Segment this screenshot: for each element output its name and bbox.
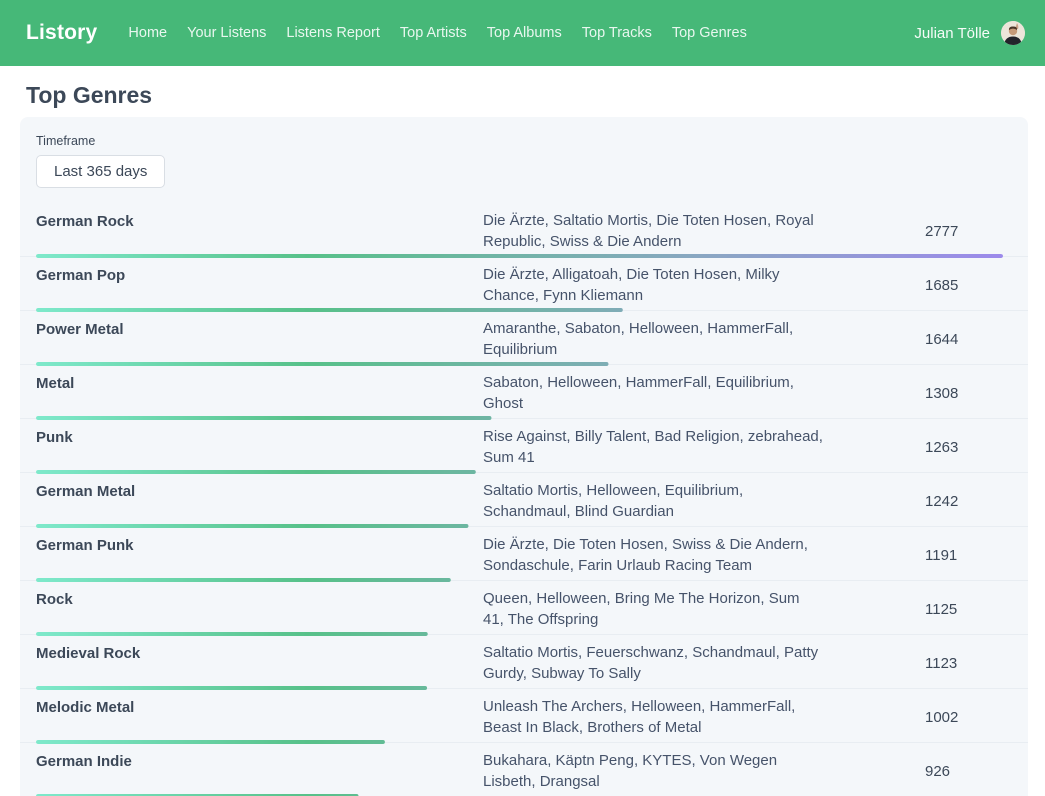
nav-link-your-listens[interactable]: Your Listens [187, 25, 266, 41]
genre-artists: Bukahara, Käptn Peng, KYTES, Von Wegen L… [483, 750, 823, 792]
genre-row: Punk Rise Against, Billy Talent, Bad Rel… [20, 419, 1028, 473]
genre-artists: Die Ärzte, Die Toten Hosen, Swiss & Die … [483, 534, 823, 576]
genre-name: Medieval Rock [36, 642, 483, 684]
genre-name: German Rock [36, 210, 483, 252]
genre-name: Punk [36, 426, 483, 468]
page-title: Top Genres [26, 81, 1045, 109]
nav-link-top-tracks[interactable]: Top Tracks [582, 25, 652, 41]
genre-name: Metal [36, 372, 483, 414]
genre-artists: Amaranthe, Sabaton, Helloween, HammerFal… [483, 318, 823, 360]
genre-name: Melodic Metal [36, 696, 483, 738]
genre-artists: Unleash The Archers, Helloween, HammerFa… [483, 696, 823, 738]
genre-name: German Pop [36, 264, 483, 306]
genre-artists: Saltatio Mortis, Helloween, Equilibrium,… [483, 480, 823, 522]
genre-plays: 1242 [823, 493, 1003, 510]
genre-plays: 1685 [823, 277, 1003, 294]
nav-link-top-artists[interactable]: Top Artists [400, 25, 467, 41]
genre-plays: 1125 [823, 601, 1003, 618]
genre-plays: 1191 [823, 547, 1003, 564]
genre-row: Metal Sabaton, Helloween, HammerFall, Eq… [20, 365, 1028, 419]
timeframe-select[interactable]: Last 365 days [36, 155, 165, 188]
genre-plays: 2777 [823, 223, 1003, 240]
genre-artists: Saltatio Mortis, Feuerschwanz, Schandmau… [483, 642, 823, 684]
genre-plays: 1308 [823, 385, 1003, 402]
avatar-photo-icon [1001, 21, 1025, 45]
genre-row: German Pop Die Ärzte, Alligatoah, Die To… [20, 257, 1028, 311]
genres-table: German Rock Die Ärzte, Saltatio Mortis, … [20, 203, 1028, 796]
genre-row: Medieval Rock Saltatio Mortis, Feuerschw… [20, 635, 1028, 689]
genre-plays: 1644 [823, 331, 1003, 348]
genre-name: German Indie [36, 750, 483, 792]
genre-plays: 926 [823, 763, 1003, 780]
genre-name: Rock [36, 588, 483, 630]
timeframe-control: Timeframe Last 365 days [20, 134, 1028, 188]
nav-link-home[interactable]: Home [128, 25, 167, 41]
genre-plays: 1263 [823, 439, 1003, 456]
nav-link-top-albums[interactable]: Top Albums [487, 25, 562, 41]
genre-name: German Metal [36, 480, 483, 522]
genre-name: German Punk [36, 534, 483, 576]
app-logo[interactable]: Listory [26, 21, 97, 45]
genre-row: German Metal Saltatio Mortis, Helloween,… [20, 473, 1028, 527]
user-area: Julian Tölle [914, 21, 1025, 45]
user-name[interactable]: Julian Tölle [914, 25, 990, 42]
genre-row: German Rock Die Ärzte, Saltatio Mortis, … [20, 203, 1028, 257]
genre-row: Melodic Metal Unleash The Archers, Hello… [20, 689, 1028, 743]
nav-link-top-genres[interactable]: Top Genres [672, 25, 747, 41]
genre-row: Rock Queen, Helloween, Bring Me The Hori… [20, 581, 1028, 635]
genre-name: Power Metal [36, 318, 483, 360]
genre-artists: Die Ärzte, Saltatio Mortis, Die Toten Ho… [483, 210, 823, 252]
genre-artists: Die Ärzte, Alligatoah, Die Toten Hosen, … [483, 264, 823, 306]
genre-row: German Indie Bukahara, Käptn Peng, KYTES… [20, 743, 1028, 796]
main-nav: Home Your Listens Listens Report Top Art… [128, 25, 914, 41]
genre-plays: 1123 [823, 655, 1003, 672]
nav-link-listens-report[interactable]: Listens Report [286, 25, 380, 41]
genre-row: German Punk Die Ärzte, Die Toten Hosen, … [20, 527, 1028, 581]
genre-row: Power Metal Amaranthe, Sabaton, Hellowee… [20, 311, 1028, 365]
timeframe-label: Timeframe [36, 134, 1012, 149]
genre-artists: Rise Against, Billy Talent, Bad Religion… [483, 426, 823, 468]
genre-artists: Sabaton, Helloween, HammerFall, Equilibr… [483, 372, 823, 414]
genre-artists: Queen, Helloween, Bring Me The Horizon, … [483, 588, 823, 630]
top-genres-card: Timeframe Last 365 days German Rock Die … [20, 117, 1028, 796]
genre-plays: 1002 [823, 709, 1003, 726]
main-content: Top Genres Timeframe Last 365 days Germa… [0, 81, 1045, 796]
top-navbar: Listory Home Your Listens Listens Report… [0, 0, 1045, 66]
user-avatar[interactable] [1001, 21, 1025, 45]
